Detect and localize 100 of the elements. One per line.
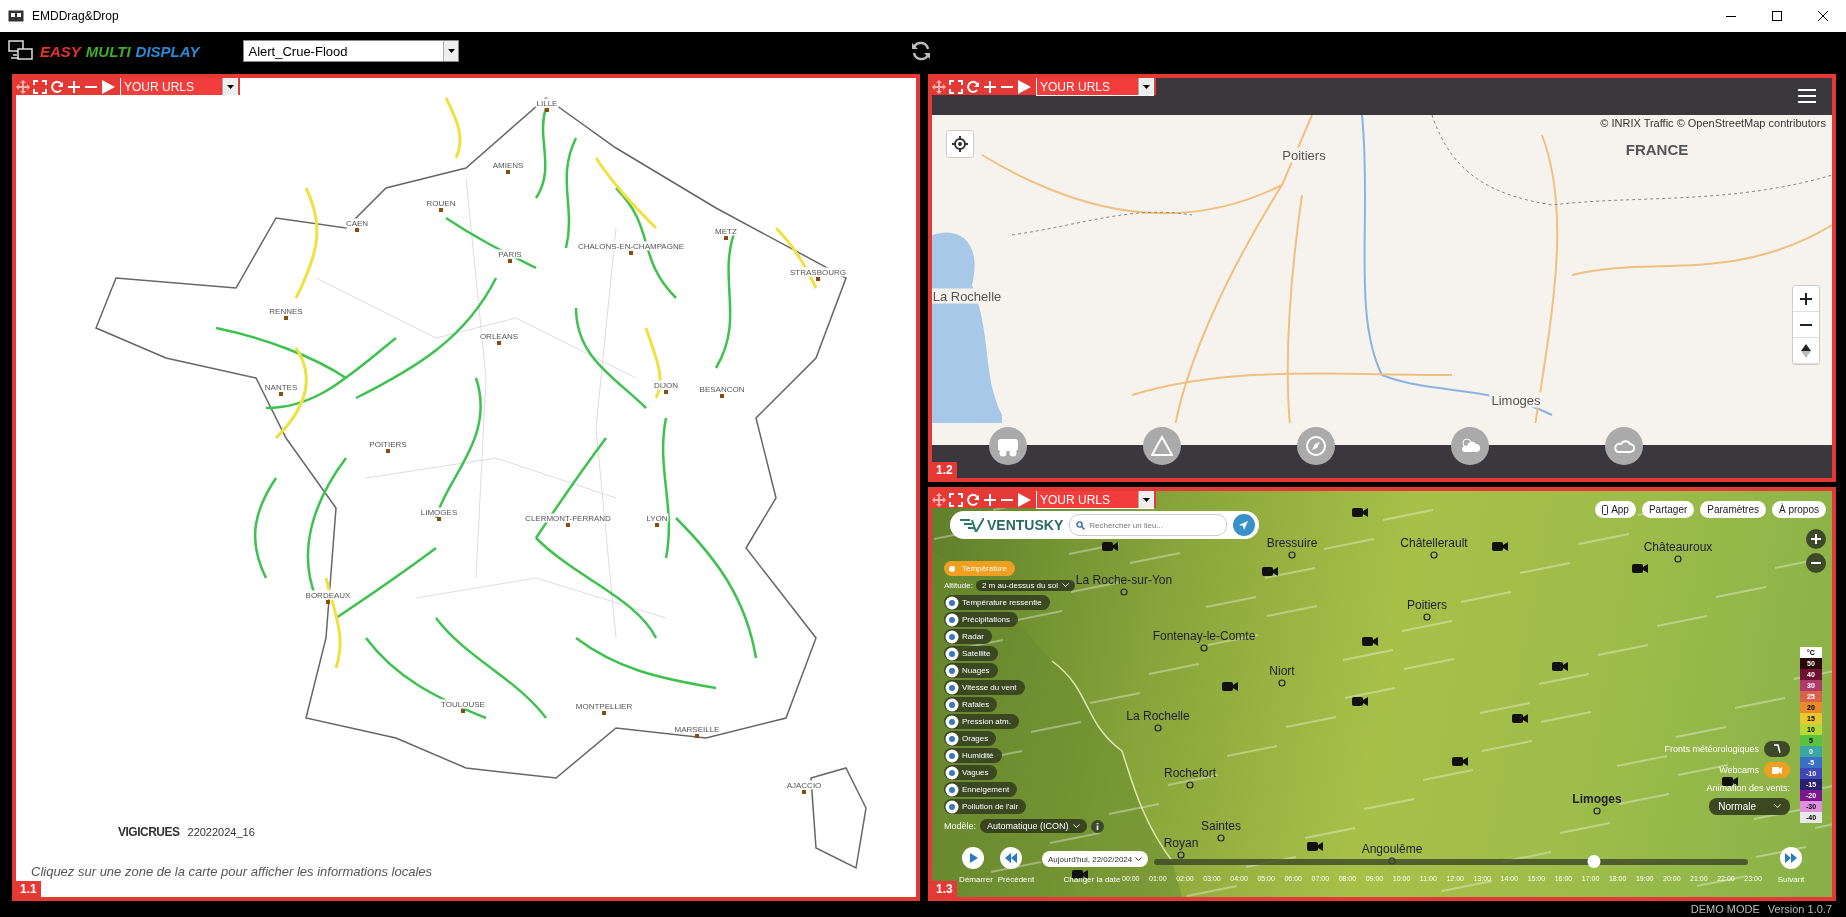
url-select[interactable]: YOUR URLS (1036, 78, 1154, 96)
header-button[interactable]: Partager (1641, 501, 1695, 518)
city-label: LILLE (535, 98, 559, 108)
layer-icon (945, 765, 959, 780)
caret-icon (1142, 84, 1150, 89)
camera-icon[interactable] (1492, 541, 1508, 552)
layer-item[interactable]: Pression atm. (944, 714, 1019, 729)
fullscreen-icon[interactable] (949, 492, 963, 507)
next-label: Suivant (1777, 875, 1805, 884)
menu-icon[interactable] (1798, 89, 1816, 103)
webcams-toggle[interactable] (1764, 762, 1790, 778)
camera-icon[interactable] (1102, 541, 1118, 552)
wind-animation-select[interactable]: Normale (1709, 798, 1790, 815)
layer-icon (945, 748, 959, 763)
play-icon[interactable] (1017, 492, 1031, 507)
header-button[interactable]: App (1595, 501, 1636, 518)
layer-item[interactable]: Température ressentie (944, 595, 1050, 610)
wind-animation-label: Animation des vents: (1706, 783, 1790, 793)
chevron-icon (1135, 856, 1143, 862)
feature-button[interactable] (1297, 427, 1335, 465)
city-label: NANTES (263, 382, 299, 392)
layer-item[interactable]: Nuages (944, 663, 998, 678)
window-title: EMDDrag&Drop (32, 9, 120, 23)
camera-icon[interactable] (1352, 507, 1368, 518)
city-label: LYON (645, 513, 669, 523)
layer-item[interactable]: Vitesse du vent (944, 680, 1025, 695)
layer-icon (945, 731, 959, 746)
plus-icon[interactable] (67, 79, 81, 94)
fronts-toggle[interactable] (1764, 741, 1790, 757)
hint-text: Cliquez sur une zone de la carte pour afficher les informations locales (31, 864, 433, 879)
plus-icon[interactable] (983, 79, 997, 94)
search-field[interactable]: Rechercher un lieu... (1069, 514, 1228, 536)
layer-item[interactable]: Orages (944, 731, 997, 746)
city-label: CLERMONT-FERRAND (524, 513, 612, 523)
place-label: Saintes (1201, 819, 1241, 833)
camera-icon[interactable] (1452, 756, 1468, 767)
chevron-icon (1774, 804, 1781, 809)
camera-icon[interactable] (1632, 563, 1648, 574)
logo-icon (960, 518, 984, 532)
profile-select[interactable]: Alert_Crue-Flood (243, 40, 460, 62)
layer-icon (945, 680, 959, 695)
layer-item[interactable]: Humidité (944, 748, 1002, 763)
locate-icon (952, 136, 968, 152)
date-select[interactable]: Aujourd'hui, 22/02/2024 (1042, 851, 1149, 867)
info-icon[interactable] (1090, 819, 1104, 833)
layer-icon (945, 714, 959, 729)
compass-icon (1305, 435, 1327, 457)
layer-item[interactable]: Vagues (944, 765, 997, 780)
model-select[interactable]: Automatique (ICON) (980, 819, 1087, 833)
layer-item[interactable]: Rafales (944, 697, 998, 712)
camera-icon[interactable] (1362, 636, 1378, 647)
altitude-label: Altitude: (944, 581, 973, 590)
caret-icon (1142, 497, 1150, 502)
feature-button[interactable] (1451, 427, 1489, 465)
camera-icon[interactable] (1262, 566, 1278, 577)
locate-button[interactable] (946, 130, 974, 158)
logo-word: EASY (40, 42, 81, 60)
fullscreen-icon[interactable] (949, 79, 963, 94)
logo-word: DISPLAY (135, 42, 200, 60)
layer-item[interactable]: Pollution de l'air (944, 799, 1027, 814)
camera-icon[interactable] (1307, 841, 1323, 852)
caret-icon (226, 84, 234, 89)
layer-icon (945, 782, 959, 797)
header-button[interactable]: Paramètres (1700, 501, 1766, 518)
camera-icon[interactable] (1222, 681, 1238, 692)
city-label: AJACCIO (785, 780, 823, 790)
city-label: BORDEAUX (304, 590, 352, 600)
place-label: Châtellerault (1400, 536, 1468, 550)
place-label: Rochefort (1164, 766, 1216, 780)
locate-icon[interactable] (1233, 514, 1256, 536)
place-label: Poitiers (1280, 147, 1328, 163)
fullscreen-icon[interactable] (33, 79, 47, 94)
altitude-select[interactable]: 2 m au-dessus du sol (975, 580, 1075, 591)
ventusky-logo[interactable]: VENTUSKY (960, 517, 1064, 533)
feature-button[interactable] (1143, 427, 1181, 465)
camera-icon[interactable] (1352, 696, 1368, 707)
play-icon[interactable] (1017, 79, 1031, 94)
camera-icon[interactable] (1512, 713, 1528, 724)
previous-label: Précédent (997, 875, 1035, 884)
url-select[interactable]: YOUR URLS (1036, 491, 1154, 509)
layer-item[interactable]: Précipitations (944, 612, 1019, 627)
play-icon[interactable] (101, 79, 115, 94)
url-select[interactable]: YOUR URLS (120, 78, 238, 96)
chevron-icon (1061, 583, 1069, 588)
fronts-label: Fronts météorologiques (1664, 744, 1759, 754)
layer-item[interactable]: Radar (944, 629, 992, 644)
place-label: Limoges (1489, 392, 1543, 408)
feature-button[interactable] (989, 427, 1027, 465)
layer-item[interactable]: Satellite (944, 646, 999, 661)
layer-item[interactable]: Enneigement (944, 782, 1018, 797)
feature-button[interactable] (1605, 427, 1643, 465)
header-button[interactable]: À propos (1771, 501, 1826, 518)
map-date: 22022024_16 (187, 826, 255, 838)
place-label: La Rochelle (1126, 709, 1190, 723)
city-label: METZ (714, 226, 738, 236)
plus-icon[interactable] (983, 492, 997, 507)
camera-icon[interactable] (1552, 661, 1568, 672)
refresh-icon[interactable] (910, 40, 932, 62)
brand-logo: VIGICRUES (118, 825, 180, 839)
city-label: ORLEANS (478, 331, 520, 341)
